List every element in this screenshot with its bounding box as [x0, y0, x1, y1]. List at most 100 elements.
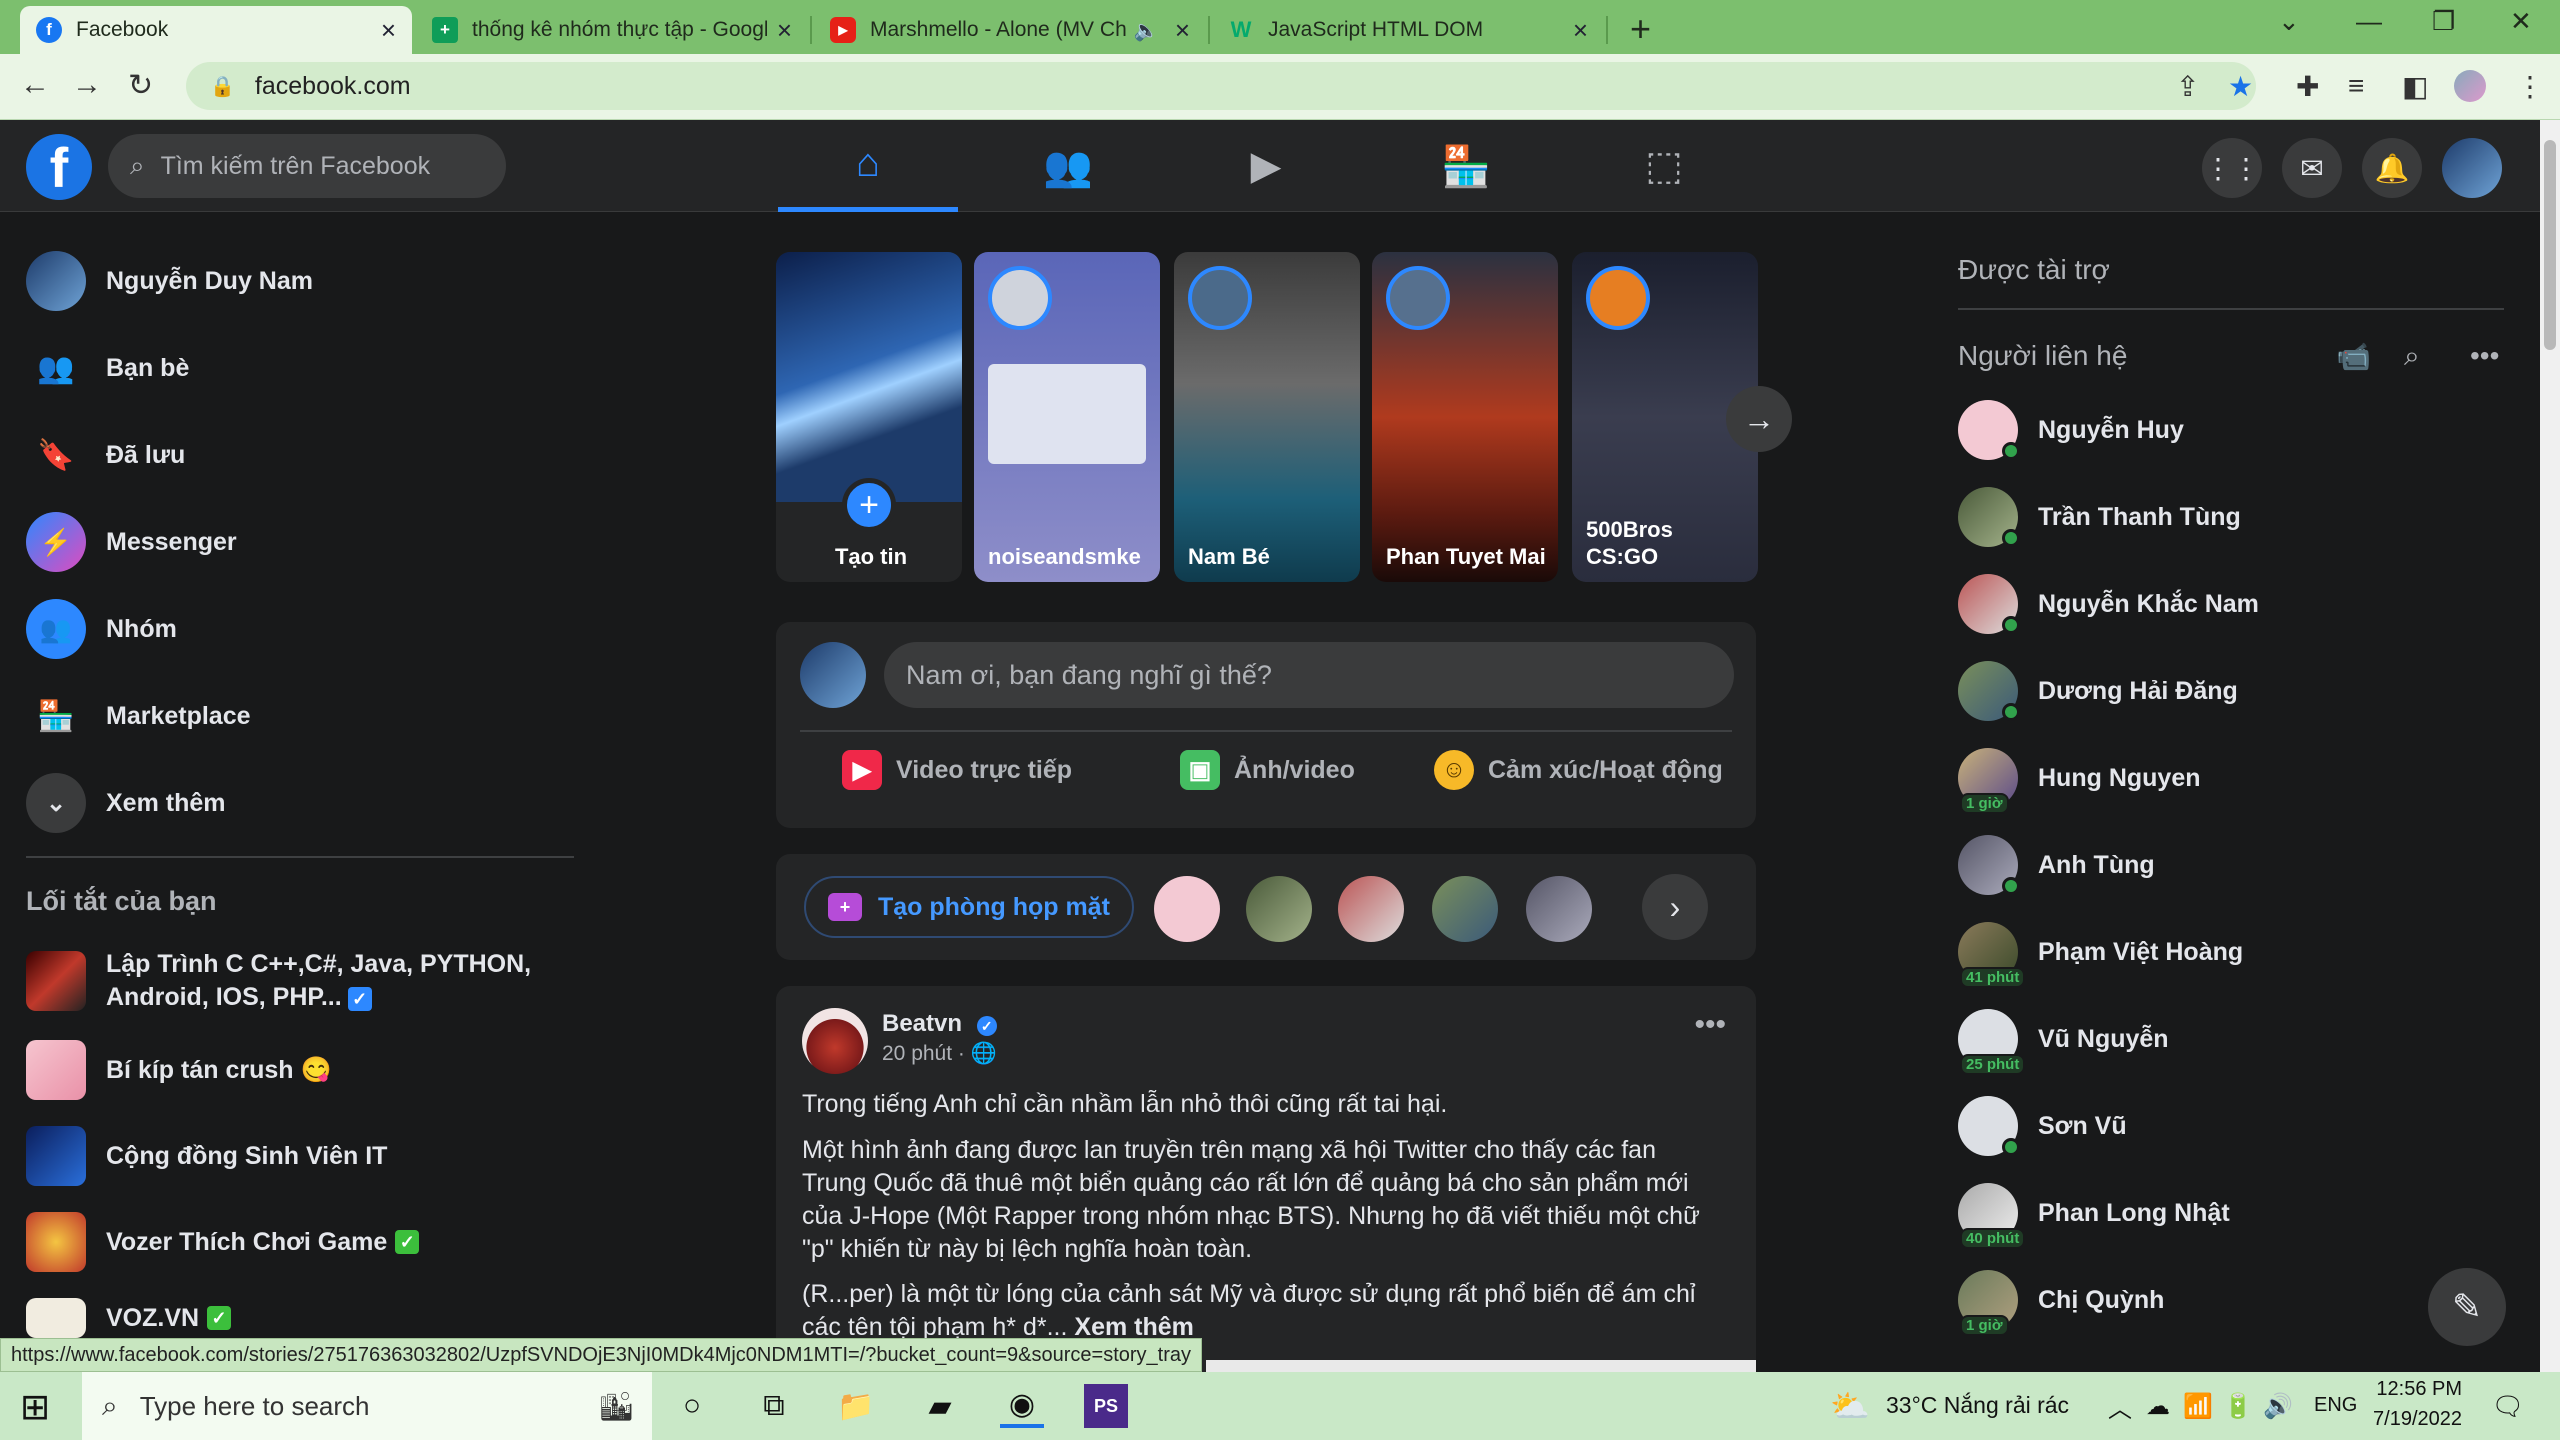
- phpstorm-icon[interactable]: PS: [1084, 1384, 1128, 1428]
- room-contact-avatar[interactable]: [1432, 876, 1498, 942]
- watch-tab-icon[interactable]: ▶: [1176, 120, 1356, 212]
- shortcut-item[interactable]: Lập Trình C C++,C#, Java, PYTHON, Androi…: [26, 948, 586, 1014]
- composer-input[interactable]: Nam ơi, bạn đang nghĩ gì thế?: [884, 642, 1734, 708]
- create-story-card[interactable]: + Tạo tin: [776, 252, 962, 582]
- room-contact-avatar[interactable]: [1154, 876, 1220, 942]
- tab-youtube[interactable]: ▶ Marshmello - Alone (MV Chi 🔈 ×: [814, 6, 1206, 54]
- reload-icon[interactable]: ↻: [128, 68, 153, 103]
- onedrive-cloud-icon[interactable]: ☁: [2136, 1384, 2180, 1428]
- profile-link[interactable]: Nguyễn Duy Nam: [26, 246, 313, 316]
- input-language[interactable]: ENG: [2314, 1394, 2357, 1417]
- post-more-options-icon[interactable]: •••: [1694, 1008, 1726, 1042]
- weather-text[interactable]: 33°C Nắng rải rác: [1886, 1392, 2069, 1419]
- wifi-icon[interactable]: 📶: [2176, 1384, 2220, 1428]
- minimize-icon[interactable]: —: [2356, 6, 2382, 37]
- profile-avatar[interactable]: [2454, 70, 2486, 102]
- sidebar-item-saved[interactable]: 🔖 Đã lưu: [26, 420, 185, 490]
- room-contact-avatar[interactable]: [1246, 876, 1312, 942]
- back-arrow-icon[interactable]: ←: [20, 68, 50, 102]
- sidebar-item-see-more[interactable]: ⌄ Xem thêm: [26, 768, 225, 838]
- sidebar-item-groups[interactable]: 👥 Nhóm: [26, 594, 177, 664]
- post-author[interactable]: Beatvn ✓: [882, 1010, 997, 1038]
- clock-time[interactable]: 12:56 PM: [2376, 1378, 2462, 1401]
- forward-arrow-icon[interactable]: →: [72, 68, 102, 102]
- shortcut-item[interactable]: Bí kíp tán crush 😋: [26, 1040, 332, 1100]
- menu-grid-icon[interactable]: ⋮⋮: [2202, 138, 2262, 198]
- notifications-bell-icon[interactable]: 🔔: [2362, 138, 2422, 198]
- cortana-circle-icon[interactable]: ○: [670, 1384, 714, 1428]
- room-contact-avatar[interactable]: [1526, 876, 1592, 942]
- tab-w3schools[interactable]: W JavaScript HTML DOM ×: [1212, 6, 1604, 54]
- close-tab-icon[interactable]: ×: [1573, 15, 1588, 46]
- search-contacts-icon[interactable]: ⌕: [2404, 340, 2420, 373]
- sidebar-item-friends[interactable]: 👥 Bạn bè: [26, 333, 189, 403]
- bookmark-star-icon[interactable]: ★: [2228, 70, 2253, 103]
- contact-item[interactable]: 1 giờ Chị Quỳnh: [1958, 1270, 2164, 1336]
- room-contact-avatar[interactable]: [1338, 876, 1404, 942]
- see-more-link[interactable]: Xem thêm: [1074, 1313, 1193, 1341]
- chrome-icon[interactable]: ◉: [1000, 1384, 1044, 1428]
- home-tab-icon[interactable]: ⌂: [778, 120, 958, 212]
- weather-icon[interactable]: ⛅: [1828, 1384, 1872, 1428]
- create-room-button[interactable]: + Tạo phòng họp mặt: [804, 876, 1134, 938]
- contact-item[interactable]: Sơn Vũ: [1958, 1096, 2127, 1156]
- volume-icon[interactable]: 🔊: [2256, 1384, 2300, 1428]
- story-card[interactable]: Phan Tuyet Mai: [1372, 252, 1558, 582]
- address-bar[interactable]: 🔒 facebook.com: [186, 62, 2256, 110]
- contact-item[interactable]: 1 giờ Hung Nguyen: [1958, 748, 2201, 814]
- extensions-puzzle-icon[interactable]: ✚: [2296, 70, 2319, 103]
- story-card[interactable]: noiseandsmke: [974, 252, 1160, 582]
- scrollbar-thumb[interactable]: [2544, 140, 2556, 350]
- clock-date[interactable]: 7/19/2022: [2366, 1408, 2462, 1431]
- tab-facebook[interactable]: f Facebook ×: [20, 6, 412, 54]
- tab-search-chevron-icon[interactable]: ⌄: [2278, 6, 2300, 37]
- live-video-button[interactable]: ▶ Video trực tiếp: [842, 750, 1072, 790]
- shortcut-item[interactable]: Cộng đồng Sinh Viên IT: [26, 1126, 387, 1186]
- contact-item[interactable]: 41 phút Phạm Việt Hoàng: [1958, 922, 2243, 988]
- post-timestamp[interactable]: 20 phút · 🌐: [882, 1042, 997, 1066]
- facebook-search-input[interactable]: ⌕ Tìm kiếm trên Facebook: [108, 134, 506, 198]
- task-view-icon[interactable]: ⧉: [752, 1384, 796, 1428]
- contact-item[interactable]: Nguyễn Khắc Nam: [1958, 574, 2259, 634]
- media-control-icon[interactable]: ≡: [2348, 70, 2364, 102]
- tab-google-sheets[interactable]: + thống kê nhóm thực tập - Googl ×: [416, 6, 808, 54]
- restore-icon[interactable]: ❐: [2432, 6, 2455, 37]
- gaming-tab-icon[interactable]: ⬚: [1574, 120, 1754, 212]
- shortcut-item[interactable]: Vozer Thích Chơi Game ✓: [26, 1212, 420, 1272]
- facebook-logo-icon[interactable]: f: [26, 134, 92, 200]
- rooms-next-arrow-icon[interactable]: ›: [1642, 874, 1708, 940]
- account-avatar[interactable]: [2442, 138, 2502, 198]
- contact-item[interactable]: Trần Thanh Tùng: [1958, 487, 2241, 547]
- window-close-icon[interactable]: ✕: [2510, 6, 2532, 37]
- contact-item[interactable]: Anh Tùng: [1958, 835, 2155, 895]
- author-avatar[interactable]: [802, 1008, 868, 1074]
- close-tab-icon[interactable]: ×: [1175, 15, 1190, 46]
- share-icon[interactable]: ⇪: [2176, 70, 2199, 103]
- sidebar-item-marketplace[interactable]: 🏪 Marketplace: [26, 681, 250, 751]
- post-image-preview[interactable]: [1206, 1360, 1756, 1372]
- friends-tab-icon[interactable]: 👥: [978, 120, 1158, 212]
- contacts-more-icon[interactable]: •••: [2470, 340, 2499, 372]
- contact-item[interactable]: Nguyễn Huy: [1958, 400, 2184, 460]
- notification-center-icon[interactable]: 🗨: [2486, 1384, 2530, 1428]
- file-explorer-icon[interactable]: 📁: [834, 1384, 878, 1428]
- new-room-video-icon[interactable]: 📹: [2336, 340, 2371, 373]
- close-tab-icon[interactable]: ×: [381, 15, 396, 46]
- audio-playing-icon[interactable]: 🔈: [1134, 18, 1159, 43]
- close-tab-icon[interactable]: ×: [777, 15, 792, 46]
- taskbar-search-input[interactable]: ⌕ Type here to search 🏙: [82, 1372, 652, 1440]
- shortcut-item[interactable]: VOZ.VN ✓: [26, 1298, 232, 1338]
- new-tab-plus-icon[interactable]: +: [1630, 8, 1651, 50]
- contact-item[interactable]: 25 phút Vũ Nguyễn: [1958, 1009, 2169, 1075]
- new-message-edit-icon[interactable]: ✎: [2428, 1268, 2506, 1346]
- messenger-icon[interactable]: ✉: [2282, 138, 2342, 198]
- story-card[interactable]: Nam Bé: [1174, 252, 1360, 582]
- sticky-notes-icon[interactable]: ▰: [918, 1384, 962, 1428]
- browser-menu-icon[interactable]: ⋮: [2516, 70, 2544, 103]
- marketplace-tab-icon[interactable]: 🏪: [1376, 120, 1556, 212]
- battery-icon[interactable]: 🔋: [2216, 1384, 2260, 1428]
- photo-video-button[interactable]: ▣ Ảnh/video: [1180, 750, 1355, 790]
- contact-item[interactable]: Dương Hải Đăng: [1958, 661, 2238, 721]
- stories-next-arrow-icon[interactable]: →: [1726, 386, 1792, 452]
- feeling-activity-button[interactable]: ☺ Cảm xúc/Hoạt động: [1434, 750, 1723, 790]
